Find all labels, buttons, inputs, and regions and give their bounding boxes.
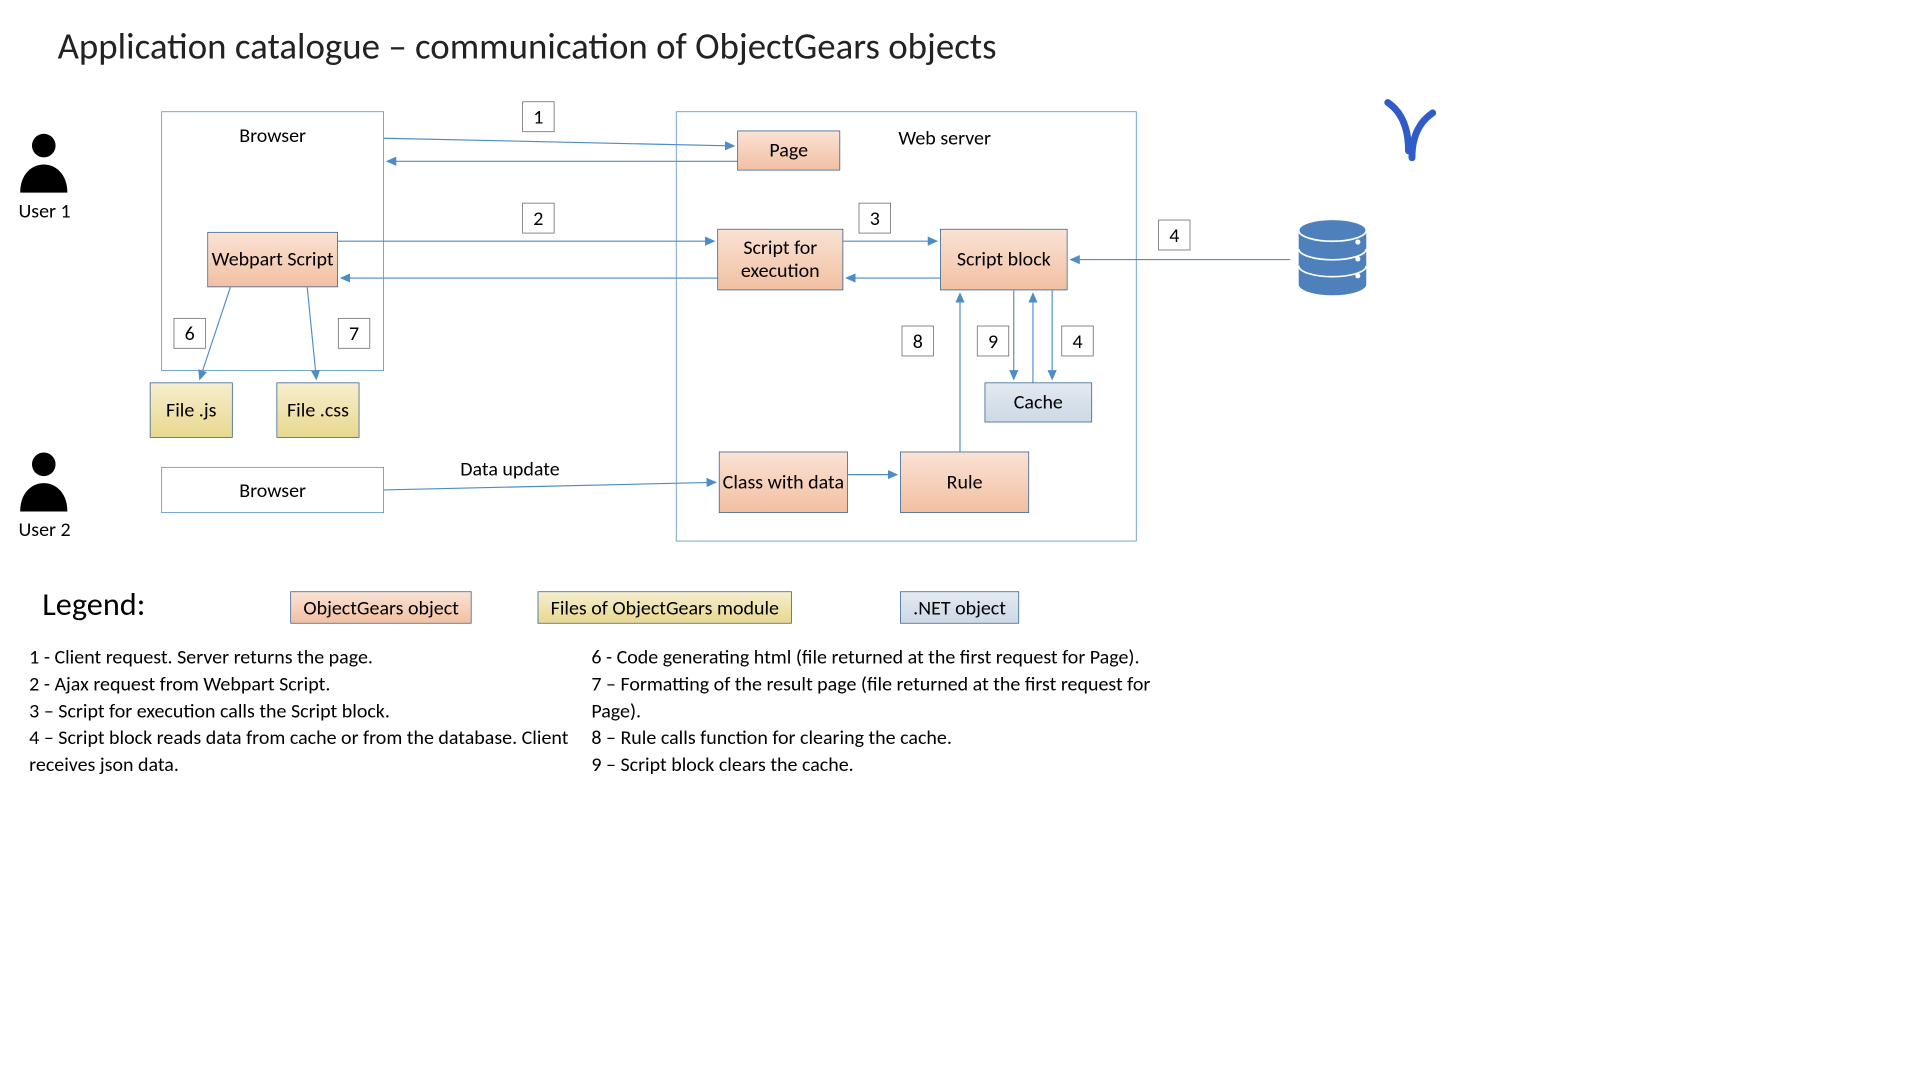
legend-swatch-net: .NET object — [900, 591, 1019, 623]
legend-line: 7 – Formatting of the result page (file … — [591, 671, 1175, 725]
legend-line: 3 – Script for execution calls the Scrip… — [29, 697, 582, 724]
legend-line: 6 - Code generating html (file returned … — [591, 644, 1175, 671]
numbox-7: 7 — [338, 318, 370, 349]
legend-line: 4 – Script block reads data from cache o… — [29, 724, 582, 778]
legend-line: 8 – Rule calls function for clearing the… — [591, 724, 1175, 751]
legend-line: 9 – Script block clears the cache. — [591, 751, 1175, 778]
legend-swatch-og: ObjectGears object — [290, 591, 472, 623]
numbox-1: 1 — [522, 101, 554, 132]
legend-title: Legend: — [42, 585, 145, 624]
numbox-9: 9 — [977, 326, 1009, 357]
numbox-4: 4 — [1158, 220, 1190, 251]
numbox-3: 3 — [859, 203, 891, 234]
legend-col2: 6 - Code generating html (file returned … — [591, 644, 1175, 779]
numbox-2: 2 — [522, 203, 554, 234]
legend-line: 2 - Ajax request from Webpart Script. — [29, 671, 582, 698]
edge-label-data-update: Data update — [433, 456, 587, 481]
legend-col1: 1 - Client request. Server returns the p… — [29, 644, 582, 779]
numbox-4b: 4 — [1061, 326, 1093, 357]
legend-swatch-file: Files of ObjectGears module — [538, 591, 792, 623]
legend-line: 1 - Client request. Server returns the p… — [29, 644, 582, 671]
numbox-6: 6 — [174, 318, 206, 349]
numbox-8: 8 — [902, 326, 934, 357]
